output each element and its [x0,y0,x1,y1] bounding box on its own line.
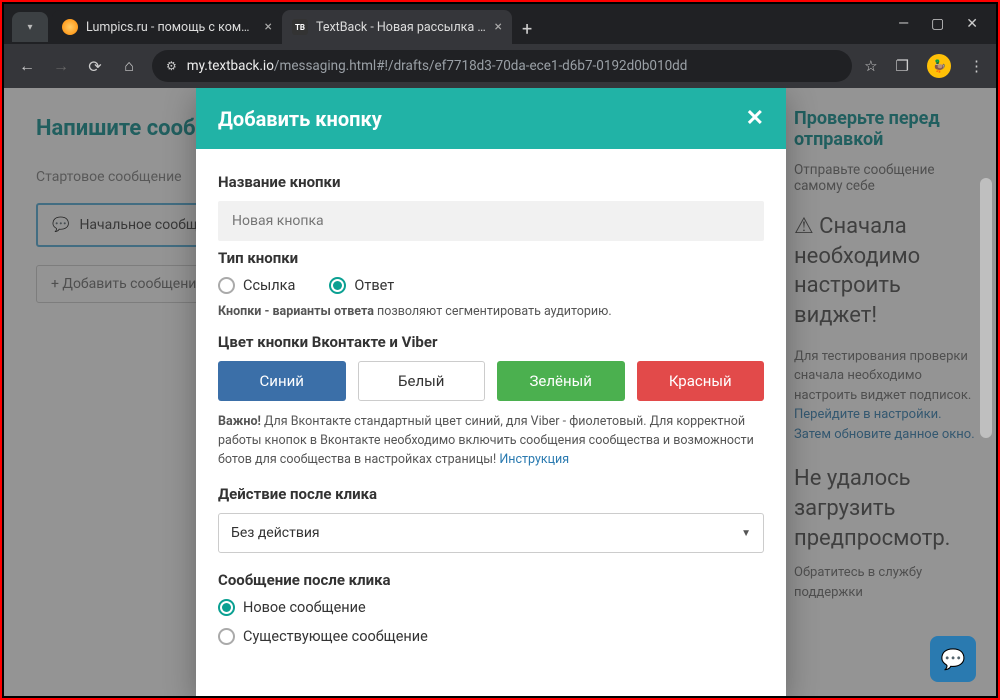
url-input[interactable]: ⚙ my.textback.io/messaging.html#!/drafts… [152,50,852,82]
modal-title: Добавить кнопку [218,107,382,131]
radio-label: Существующее сообщение [243,628,428,645]
close-icon[interactable]: × [265,19,272,35]
browser-tab-1[interactable]: Lumpics.ru - помощь с компью × [52,10,282,44]
home-icon[interactable]: ⌂ [118,56,140,76]
url-domain: my.textback.io [187,58,274,74]
add-button-modal: Добавить кнопку ✕ Название кнопки Тип кн… [196,88,786,696]
minimize-icon[interactable]: — [898,16,909,32]
browser-titlebar: ▾ Lumpics.ru - помощь с компью × TB Text… [4,4,996,44]
tab-title: TextBack - Новая рассылка Te [316,20,487,35]
button-name-input[interactable] [218,201,764,241]
radio-msg-new[interactable]: Новое сообщение [218,599,764,616]
radio-type-reply[interactable]: Ответ [329,277,394,294]
color-note: Важно! Для Вконтакте стандартный цвет си… [218,413,764,469]
color-red-button[interactable]: Красный [637,361,765,401]
extensions-icon[interactable]: ❐ [896,57,909,75]
color-blue-button[interactable]: Синий [218,361,346,401]
tab-search-button[interactable]: ▾ [12,12,48,42]
menu-icon[interactable]: ⋮ [969,57,984,75]
type-label: Тип кнопки [218,249,764,267]
action-label: Действие после клика [218,485,764,503]
back-icon[interactable]: ← [16,56,38,76]
bookmark-icon[interactable]: ☆ [864,57,877,75]
radio-icon [218,277,235,294]
close-window-icon[interactable]: ✕ [966,16,978,32]
window-controls: — ▢ ✕ [880,16,996,32]
radio-icon [218,628,235,645]
radio-label: Ответ [354,277,394,294]
tab-title: Lumpics.ru - помощь с компью [86,20,257,35]
favicon-icon: TB [292,19,308,35]
action-select[interactable]: Без действия ▼ [218,513,764,553]
name-label: Название кнопки [218,173,764,191]
type-hint: Кнопки - варианты ответа позволяют сегме… [218,304,764,319]
radio-msg-existing[interactable]: Существующее сообщение [218,628,764,645]
color-green-button[interactable]: Зелёный [497,361,625,401]
radio-label: Новое сообщение [243,599,366,616]
url-path: /messaging.html#!/drafts/ef7718d3-70da-e… [274,58,687,74]
maximize-icon[interactable]: ▢ [931,16,944,32]
browser-address-bar: ← → ⟳ ⌂ ⚙ my.textback.io/messaging.html#… [4,44,996,88]
favicon-icon [62,19,78,35]
profile-avatar[interactable]: 🦆 [927,54,951,78]
browser-tab-2[interactable]: TB TextBack - Новая рассылка Te × [282,10,512,44]
select-value: Без действия [231,525,320,541]
radio-icon [329,277,346,294]
scrollbar-thumb[interactable] [980,178,992,438]
color-white-button[interactable]: Белый [358,361,486,401]
radio-icon [218,599,235,616]
site-settings-icon[interactable]: ⚙ [166,59,177,73]
color-label: Цвет кнопки Вконтакте и Viber [218,333,764,351]
forward-icon[interactable]: → [50,56,72,76]
support-chat-button[interactable]: 💬 [930,636,976,682]
new-tab-button[interactable]: + [522,19,532,40]
reload-icon[interactable]: ⟳ [84,57,106,76]
radio-label: Ссылка [243,277,295,294]
msg-after-label: Сообщение после клика [218,571,764,589]
page-scrollbar[interactable] [980,178,992,686]
close-icon[interactable]: × [495,19,502,35]
instruction-link[interactable]: Инструкция [499,452,569,467]
chevron-down-icon: ▼ [741,528,751,539]
radio-type-link[interactable]: Ссылка [218,277,295,294]
modal-close-icon[interactable]: ✕ [746,106,764,131]
